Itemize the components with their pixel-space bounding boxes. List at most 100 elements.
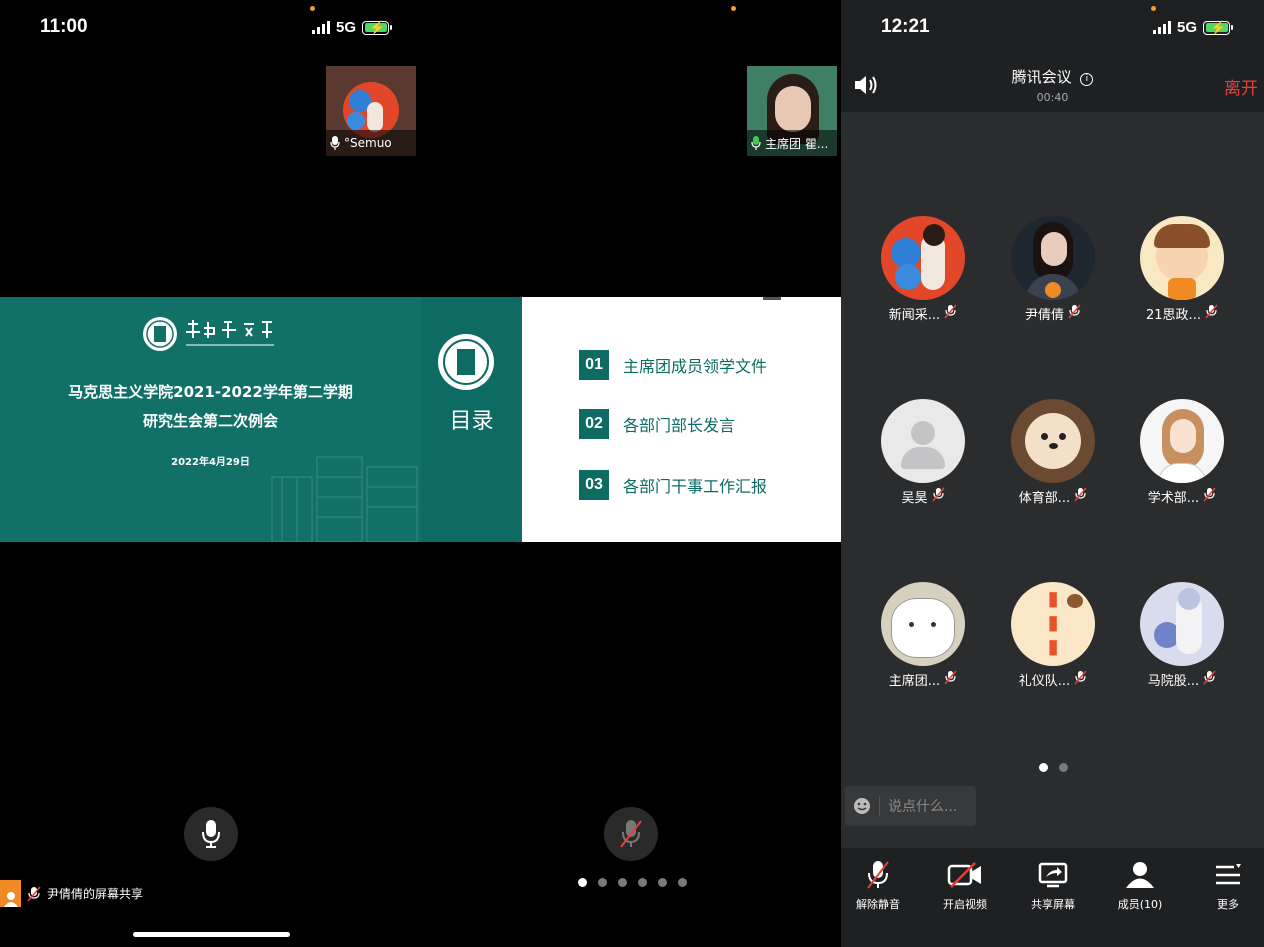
- members-icon: [1126, 862, 1154, 888]
- toc-item: 01 主席团成员领学文件: [579, 350, 767, 380]
- toc-text: 各部门部长发言: [623, 416, 736, 435]
- page-dot[interactable]: [578, 878, 587, 887]
- university-seal-icon: [438, 334, 494, 390]
- avatar: [881, 582, 965, 666]
- member-name: 体育部...: [1018, 491, 1071, 506]
- right-phone-screen: 12:21 5G ⚡ 腾讯会议 i 00:40 离开 新闻采... 尹倩倩 21思政…: [841, 0, 1264, 947]
- muted-mic-icon: [1074, 670, 1087, 689]
- start-video-button[interactable]: 开启视频: [930, 858, 1000, 912]
- page-dot[interactable]: [678, 878, 687, 887]
- unmute-button[interactable]: 解除静音: [843, 858, 913, 912]
- network-label: 5G: [1177, 19, 1198, 36]
- member-grid: 新闻采... 尹倩倩 21思政... 吴昊 体育部... 学术部... 主席团... ▮ ▮ ▮ 礼…: [841, 112, 1264, 752]
- page-dot[interactable]: [618, 878, 627, 887]
- meeting-toolbar: 解除静音 开启视频 共享屏幕 成员(10) 更多: [841, 848, 1264, 947]
- leave-button[interactable]: 离开: [1224, 74, 1258, 99]
- status-time: 11:00: [40, 16, 88, 37]
- toc-number: 03: [579, 470, 609, 500]
- mic-muted-button[interactable]: [604, 807, 658, 861]
- muted-mic-icon: [620, 820, 642, 848]
- slide-title-line1: 马克思主义学院2021-2022学年第二学期: [68, 383, 353, 401]
- toc-item: 02 各部门部长发言: [579, 409, 735, 439]
- face-shape: [775, 86, 811, 132]
- screen-share-indicator[interactable]: 尹倩倩的屏幕共享: [0, 880, 143, 907]
- avatar: [1140, 216, 1224, 300]
- member-name-row: 21思政...: [1127, 304, 1237, 323]
- camera-indicator: [1151, 6, 1156, 11]
- avatar: [1011, 399, 1095, 483]
- member-tile[interactable]: 新闻采...: [868, 216, 978, 323]
- share-label: 尹倩倩的屏幕共享: [47, 887, 144, 901]
- middle-phone-screen: 主席团 瞿... 目录 01 主席团成员领学文件 02 各部门部长发言 03 各…: [421, 0, 841, 947]
- muted-mic-icon: [944, 670, 957, 689]
- member-name: 马院股...: [1147, 674, 1200, 689]
- avatar: ▮ ▮ ▮: [1011, 582, 1095, 666]
- meeting-title: 腾讯会议: [1011, 68, 1072, 86]
- member-name: 新闻采...: [888, 308, 941, 323]
- battery-icon: ⚡: [1203, 20, 1234, 35]
- info-icon: i: [1080, 73, 1094, 86]
- signal-icon: [1153, 21, 1171, 34]
- member-name-row: 体育部...: [998, 487, 1108, 506]
- more-button[interactable]: 更多: [1193, 858, 1263, 912]
- member-name-row: 新闻采...: [868, 304, 978, 323]
- members-button[interactable]: 成员(10): [1105, 858, 1175, 912]
- home-indicator[interactable]: [133, 932, 290, 937]
- participant-tile[interactable]: 主席团 瞿...: [747, 66, 837, 156]
- avatar: [1140, 399, 1224, 483]
- avatar: [1140, 582, 1224, 666]
- slide-date: 2022年4月29日: [171, 457, 250, 468]
- avatar: [881, 399, 965, 483]
- tile-name: 主席团 瞿...: [765, 136, 829, 151]
- toc-heading: 目录: [449, 409, 494, 434]
- unmute-label: 解除静音: [856, 898, 900, 911]
- university-seal-icon: [143, 317, 177, 351]
- member-tile[interactable]: 21思政...: [1127, 216, 1237, 323]
- member-name-row: 尹倩倩: [998, 304, 1108, 323]
- member-tile[interactable]: 体育部...: [998, 399, 1108, 506]
- participant-tile[interactable]: °Semuo: [326, 66, 416, 156]
- member-name: 礼仪队...: [1018, 674, 1071, 689]
- tile-name: °Semuo: [344, 136, 392, 150]
- muted-mic-icon: [1068, 304, 1081, 323]
- muted-mic-icon: [1203, 487, 1216, 506]
- more-label: 更多: [1217, 898, 1239, 911]
- member-tile[interactable]: 主席团...: [868, 582, 978, 689]
- member-name-row: 主席团...: [868, 670, 978, 689]
- page-dot[interactable]: [598, 878, 607, 887]
- member-name: 21思政...: [1146, 308, 1201, 323]
- active-microphone-icon: [751, 136, 761, 150]
- chat-input[interactable]: 说点什么...: [845, 786, 976, 826]
- page-dot[interactable]: [658, 878, 667, 887]
- member-tile[interactable]: 马院股...: [1127, 582, 1237, 689]
- member-name-row: 马院股...: [1127, 670, 1237, 689]
- member-tile[interactable]: ▮ ▮ ▮ 礼仪队...: [998, 582, 1108, 689]
- page-dot[interactable]: [1059, 763, 1068, 772]
- muted-mic-icon: [931, 487, 945, 506]
- page-dot[interactable]: [1039, 763, 1048, 772]
- share-label: 共享屏幕: [1031, 898, 1075, 911]
- tile-label: 主席团 瞿...: [747, 130, 837, 156]
- divider: [879, 796, 880, 816]
- member-tile[interactable]: 吴昊: [868, 399, 978, 506]
- page-dot[interactable]: [638, 878, 647, 887]
- muted-mic-icon: [27, 886, 41, 901]
- meeting-title-row[interactable]: 腾讯会议 i: [841, 66, 1264, 87]
- muted-mic-icon: [1205, 304, 1218, 323]
- user-icon: [0, 880, 21, 907]
- page-indicator[interactable]: [1039, 763, 1068, 772]
- toc-number: 01: [579, 350, 609, 380]
- emoji-icon[interactable]: [853, 797, 871, 815]
- meeting-header: 腾讯会议 i 00:40 离开: [841, 60, 1264, 112]
- mic-button[interactable]: [184, 807, 238, 861]
- camera-indicator: [310, 6, 315, 11]
- member-tile[interactable]: 尹倩倩: [998, 216, 1108, 323]
- meeting-duration: 00:40: [1036, 91, 1069, 104]
- camera-indicator: [731, 6, 736, 11]
- share-screen-button[interactable]: 共享屏幕: [1018, 858, 1088, 912]
- chat-placeholder: 说点什么...: [888, 799, 958, 815]
- page-indicator[interactable]: [578, 878, 687, 887]
- member-name: 主席团...: [888, 674, 941, 689]
- avatar: [881, 216, 965, 300]
- member-tile[interactable]: 学术部...: [1127, 399, 1237, 506]
